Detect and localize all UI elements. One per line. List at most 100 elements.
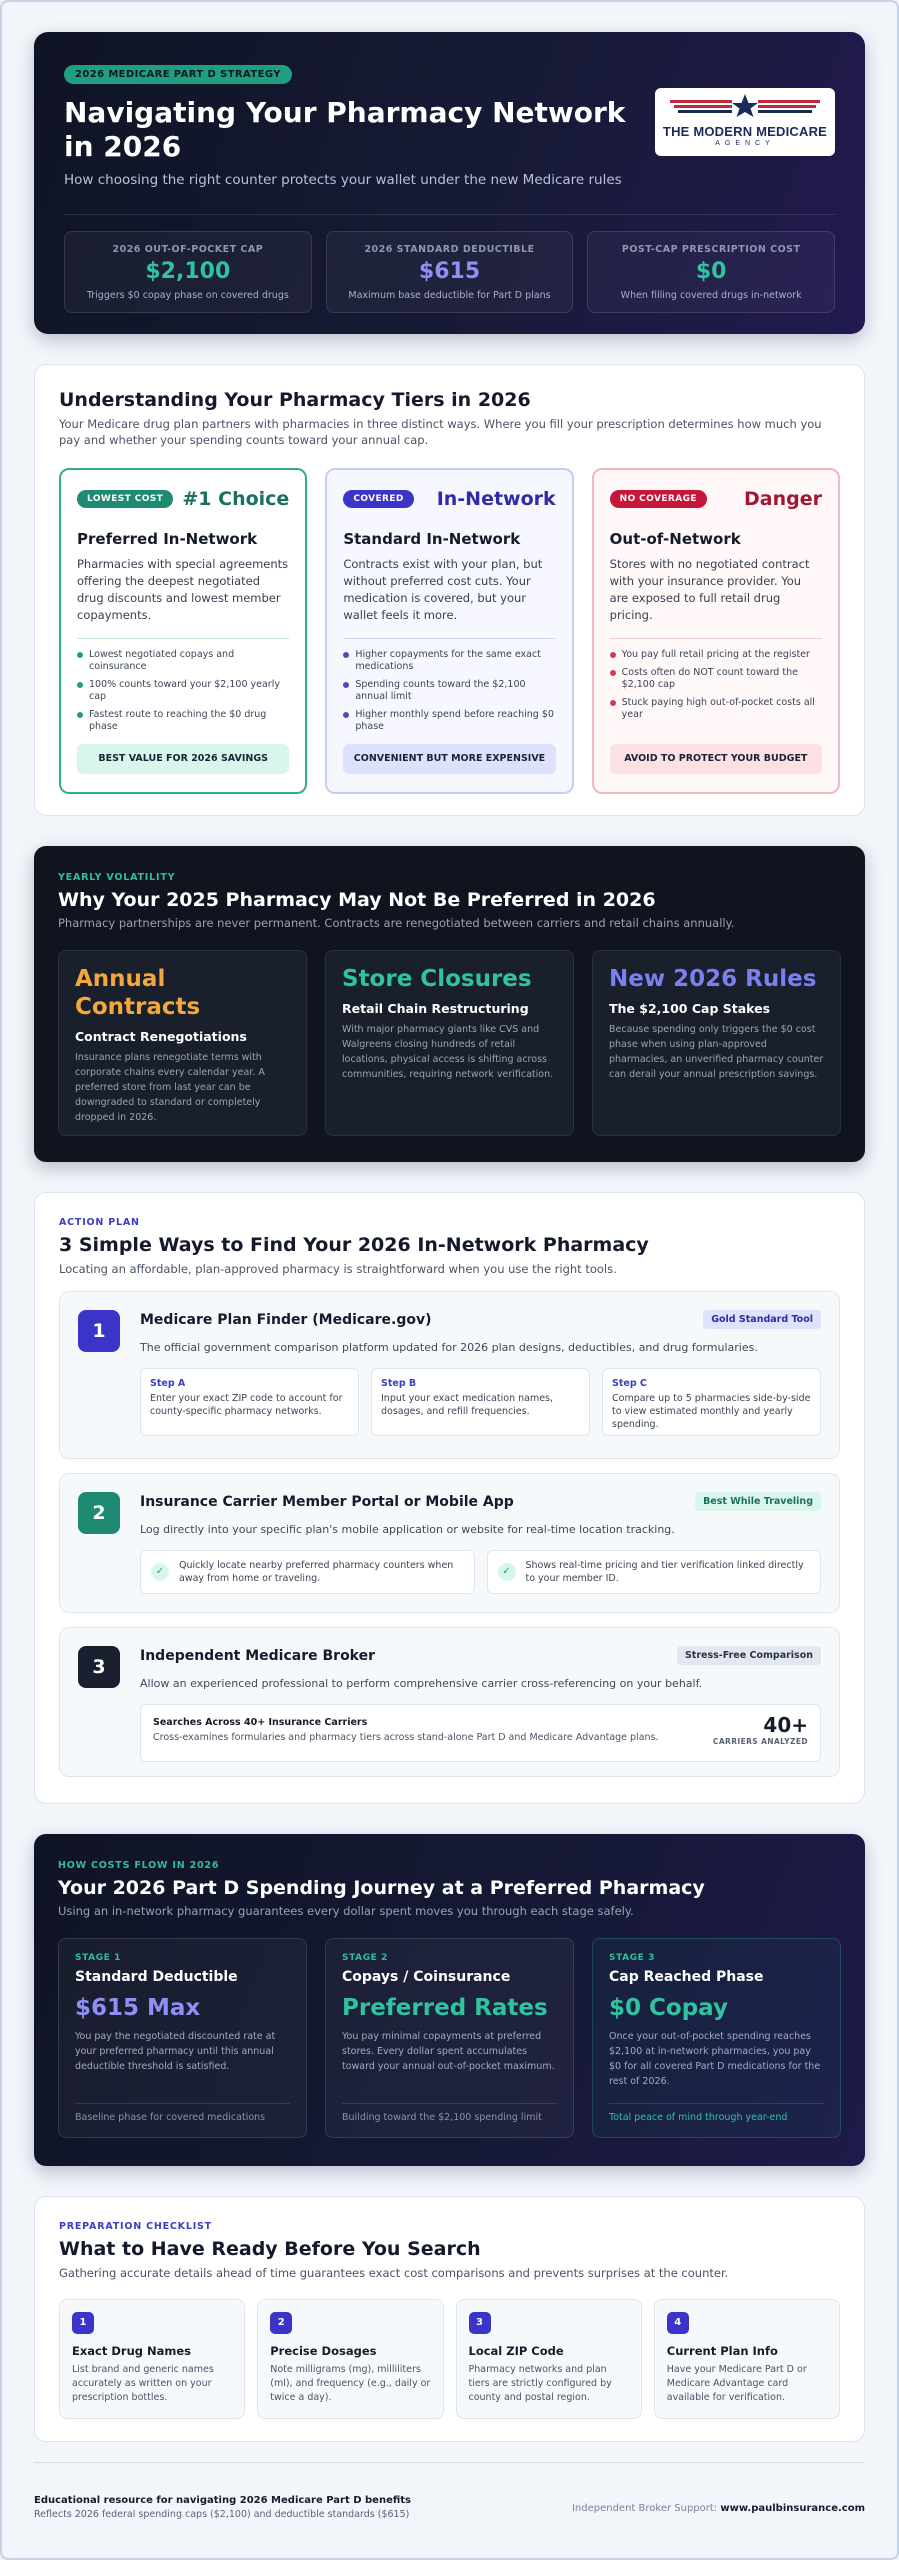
tier-card-standard: COVERED In-Network Standard In-Network C… bbox=[325, 468, 574, 794]
carrier-count-label: CARRIERS ANALYZED bbox=[712, 1737, 808, 1746]
tier-card-out-of-network: NO COVERAGE Danger Out-of-Network Stores… bbox=[591, 468, 840, 794]
tier-body: Pharmacies with special agreements offer… bbox=[77, 557, 289, 622]
broker-support: Independent Broker Support: www.paulbins… bbox=[572, 2503, 865, 2514]
substep-title: Step A bbox=[150, 1378, 186, 1389]
checklist-card-body: Note milligrams (mg), milliliters (ml), … bbox=[270, 2364, 431, 2403]
stat-desc: When filling covered drugs in-network bbox=[620, 290, 802, 301]
tier-bullet: Lowest negotiated copays and coinsurance bbox=[77, 649, 289, 673]
tier-bullet: Spending counts toward the $2,100 annual… bbox=[343, 679, 555, 703]
step-card-plan-finder: 1 Medicare Plan Finder (Medicare.gov) Go… bbox=[59, 1291, 840, 1459]
volatility-card-body: Because spending only triggers the $0 co… bbox=[609, 1024, 824, 1080]
tier-card-preferred: LOWEST COST #1 Choice Preferred In-Netwo… bbox=[59, 468, 308, 794]
stage-title: Copays / Coinsurance bbox=[342, 1969, 511, 1985]
carrier-count: 40+ CARRIERS ANALYZED bbox=[713, 1713, 808, 1746]
hero-banner: 2026 MEDICARE PART D STRATEGY Navigating… bbox=[34, 32, 865, 334]
substep-card: Step A Enter your exact ZIP code to acco… bbox=[140, 1368, 359, 1436]
tier-divider bbox=[77, 638, 290, 639]
volatility-headline: Store Closures bbox=[342, 966, 532, 992]
step-desc: The official government comparison platf… bbox=[140, 1341, 758, 1354]
substep-card: Step C Compare up to 5 pharmacies side-b… bbox=[602, 1368, 821, 1436]
tier-bullet: Costs often do NOT count toward the $2,1… bbox=[609, 667, 822, 691]
stage-body: Once your out-of-pocket spending reaches… bbox=[609, 2031, 821, 2087]
hero-subtitle: How choosing the right counter protects … bbox=[64, 172, 622, 188]
logo-name: THE MODERN MEDICARE bbox=[662, 124, 828, 139]
check-icon: ✓ bbox=[151, 1563, 169, 1581]
step-features: ✓ Quickly locate nearby preferred pharma… bbox=[140, 1550, 821, 1594]
stage-card: STAGE 2 Copays / Coinsurance Preferred R… bbox=[325, 1938, 574, 2138]
checklist-title: What to Have Ready Before You Search bbox=[59, 2238, 481, 2260]
stage-footer: Building toward the $2,100 spending limi… bbox=[342, 2103, 557, 2123]
substep-desc: Input your exact medication names, dosag… bbox=[381, 1393, 554, 1417]
tier-body: Contracts exist with your plan, but with… bbox=[343, 557, 543, 622]
checklist-card-title: Exact Drug Names bbox=[72, 2344, 192, 2358]
broker-box-title: Searches Across 40+ Insurance Carriers bbox=[153, 1717, 368, 1728]
tier-bullets: You pay full retail pricing at the regis… bbox=[609, 649, 822, 721]
step-title: Medicare Plan Finder (Medicare.gov) bbox=[140, 1311, 432, 1328]
tiers-section: Understanding Your Pharmacy Tiers in 202… bbox=[34, 364, 865, 816]
checklist-card-body: List brand and generic names accurately … bbox=[72, 2364, 214, 2403]
support-website-link[interactable]: www.paulbinsurance.com bbox=[720, 2503, 865, 2514]
checklist-card: 1 Exact Drug Names List brand and generi… bbox=[59, 2299, 246, 2419]
stage-value: $0 Copay bbox=[609, 1995, 728, 2021]
step-tag: Gold Standard Tool bbox=[703, 1310, 821, 1329]
step-title: Independent Medicare Broker bbox=[140, 1647, 376, 1664]
volatility-card-body: With major pharmacy giants like CVS and … bbox=[342, 1024, 554, 1080]
stage-label: STAGE 3 bbox=[609, 1953, 656, 1963]
feature-item: ✓ Shows real-time pricing and tier verif… bbox=[486, 1550, 821, 1594]
step-number: 3 bbox=[78, 1646, 120, 1688]
stage-card: STAGE 3 Cap Reached Phase $0 Copay Once … bbox=[592, 1938, 841, 2138]
stage-label: STAGE 2 bbox=[342, 1953, 389, 1963]
volatility-card-title: The $2,100 Cap Stakes bbox=[609, 1001, 771, 1016]
stat-card: 2026 OUT-OF-POCKET CAP $2,100 Triggers $… bbox=[64, 231, 312, 313]
journey-stages: STAGE 1 Standard Deductible $615 Max You… bbox=[58, 1938, 841, 2138]
spending-journey-section: HOW COSTS FLOW IN 2026 Your 2026 Part D … bbox=[34, 1834, 865, 2166]
stage-footer: Total peace of mind through year-end bbox=[609, 2103, 824, 2123]
volatility-card-title: Retail Chain Restructuring bbox=[342, 1001, 529, 1016]
page-frame: 2026 MEDICARE PART D STRATEGY Navigating… bbox=[0, 0, 899, 2560]
checklist-section: PREPARATION CHECKLIST What to Have Ready… bbox=[34, 2196, 865, 2442]
flag-star-icon bbox=[670, 94, 820, 117]
stat-card: 2026 STANDARD DEDUCTIBLE $615 Maximum ba… bbox=[325, 231, 574, 313]
checklist-card-title: Precise Dosages bbox=[270, 2344, 377, 2358]
tier-bullet: Higher monthly spend before reaching $0 … bbox=[343, 709, 555, 733]
checklist-card-title: Current Plan Info bbox=[666, 2344, 778, 2358]
checklist-eyebrow: PREPARATION CHECKLIST bbox=[59, 2221, 212, 2232]
support-label: Independent Broker Support: bbox=[571, 2503, 718, 2514]
agency-logo: THE MODERN MEDICARE AGENCY bbox=[655, 88, 835, 156]
feature-text: Quickly locate nearby preferred pharmacy… bbox=[179, 1560, 454, 1584]
substep-title: Step B bbox=[381, 1378, 417, 1389]
stat-value: $2,100 bbox=[145, 259, 231, 284]
stat-card: POST-CAP PRESCRIPTION COST $0 When filli… bbox=[587, 231, 836, 313]
broker-box-desc: Cross-examines formularies and pharmacy … bbox=[153, 1732, 659, 1743]
volatility-eyebrow: YEARLY VOLATILITY bbox=[58, 872, 176, 883]
checklist-number: 2 bbox=[270, 2312, 293, 2334]
tier-badge: LOWEST COST bbox=[77, 490, 174, 508]
step-desc: Allow an experienced professional to per… bbox=[140, 1677, 703, 1690]
tier-divider bbox=[609, 638, 822, 639]
tier-bullet: Higher copayments for the same exact med… bbox=[343, 649, 555, 673]
page-footer: Educational resource for navigating 2026… bbox=[34, 2462, 865, 2558]
tier-title: Out-of-Network bbox=[609, 530, 741, 548]
page-title: Navigating Your Pharmacy Network in 2026 bbox=[64, 96, 626, 163]
tier-badge: NO COVERAGE bbox=[609, 490, 707, 508]
carrier-count-value: 40+ bbox=[763, 1713, 808, 1737]
stage-title: Cap Reached Phase bbox=[609, 1969, 764, 1985]
stat-label: 2026 OUT-OF-POCKET CAP bbox=[112, 244, 264, 255]
checklist-card-body: Have your Medicare Part D or Medicare Ad… bbox=[666, 2364, 807, 2403]
substep-desc: Compare up to 5 pharmacies side-by-side … bbox=[612, 1393, 811, 1430]
journey-title: Your 2026 Part D Spending Journey at a P… bbox=[58, 1877, 705, 1899]
volatility-card-body: Insurance plans renegotiate terms with c… bbox=[75, 1052, 265, 1123]
tier-bullet: 100% counts toward your $2,100 yearly ca… bbox=[77, 679, 289, 703]
step-number: 2 bbox=[78, 1492, 120, 1534]
hero-divider bbox=[64, 214, 835, 215]
volatility-card: Annual Contracts Contract Renegotiations… bbox=[58, 950, 307, 1136]
stage-body: You pay the negotiated discounted rate a… bbox=[75, 2031, 276, 2072]
stat-desc: Maximum base deductible for Part D plans bbox=[348, 290, 551, 301]
tier-bullet: You pay full retail pricing at the regis… bbox=[609, 649, 822, 661]
checklist-number: 4 bbox=[666, 2312, 689, 2334]
volatility-card-title: Contract Renegotiations bbox=[75, 1029, 247, 1044]
volatility-card: Store Closures Retail Chain Restructurin… bbox=[325, 950, 574, 1136]
tier-title: Standard In-Network bbox=[343, 530, 521, 548]
feature-item: ✓ Quickly locate nearby preferred pharma… bbox=[140, 1550, 475, 1594]
volatility-section: YEARLY VOLATILITY Why Your 2025 Pharmacy… bbox=[34, 846, 865, 1162]
